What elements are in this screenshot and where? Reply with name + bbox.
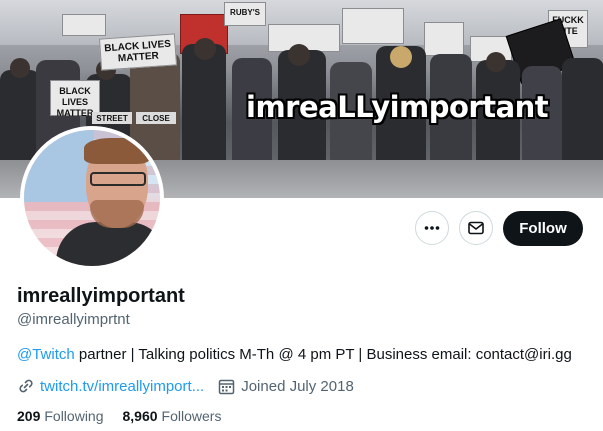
banner-sign: RUBY'S — [224, 2, 266, 26]
user-handle: @imreallyimprtnt — [17, 311, 130, 328]
banner-sign-text: RUBY'S — [230, 8, 260, 17]
avatar-shirt — [56, 222, 160, 266]
following-label: Following — [44, 408, 104, 424]
joined-date: Joined July 2018 — [241, 377, 354, 395]
calendar-icon — [218, 379, 235, 394]
banner-sign — [342, 8, 404, 44]
profile-meta: twitch.tv/imreallyimport... Joined July … — [17, 377, 354, 395]
envelope-icon — [468, 221, 484, 235]
banner-sign: BLACK LIVES MATTER — [98, 33, 178, 71]
banner-sign: BLACK LIVES MATTER — [50, 80, 100, 118]
banner-sign: CLOSE — [136, 112, 176, 124]
banner-sign-text: BLACK LIVES MATTER — [56, 86, 94, 118]
protester-head — [486, 52, 506, 72]
protester-figure — [182, 44, 226, 170]
banner-sign-text: CLOSE — [142, 114, 170, 123]
more-button[interactable] — [415, 211, 449, 245]
follow-button[interactable]: Follow — [503, 211, 583, 246]
message-button[interactable] — [459, 211, 493, 245]
website-link[interactable]: twitch.tv/imreallyimport... — [40, 378, 204, 395]
profile-stats: 209 Following 8,960 Followers — [17, 408, 240, 424]
display-name: imreallyimportant — [17, 285, 185, 307]
protester-head — [288, 44, 310, 66]
protester-head — [194, 38, 216, 60]
following-count: 209 — [17, 408, 41, 424]
banner-sign — [424, 22, 464, 56]
profile-bio: @Twitch partner | Talking politics M-Th … — [17, 346, 572, 363]
joined-item: Joined July 2018 — [218, 378, 354, 395]
avatar[interactable] — [20, 126, 164, 270]
bio-mention-link[interactable]: @Twitch — [17, 346, 75, 363]
website-item[interactable]: twitch.tv/imreallyimport... — [17, 377, 204, 395]
banner-sign-text: BLACK LIVES MATTER — [103, 38, 172, 65]
more-dots-icon — [424, 226, 440, 230]
protester-head — [390, 46, 412, 68]
protester-head — [10, 58, 30, 78]
protester-figure — [562, 58, 603, 170]
followers-stat[interactable]: 8,960 Followers — [123, 408, 222, 424]
banner-sign — [62, 14, 106, 36]
followers-label: Followers — [161, 408, 222, 424]
avatar-glasses — [90, 172, 146, 186]
banner-overlay-text: imreaLLyimportant — [246, 90, 549, 124]
avatar-flag-stars — [24, 130, 94, 202]
avatar-hair — [84, 138, 150, 164]
banner-sign-text: STREET — [96, 114, 128, 123]
bio-text: partner | Talking politics M-Th @ 4 pm P… — [74, 346, 572, 363]
following-stat[interactable]: 209 Following — [17, 408, 104, 424]
banner-sign: STREET — [92, 112, 132, 124]
followers-count: 8,960 — [122, 408, 158, 424]
link-icon — [19, 379, 33, 393]
